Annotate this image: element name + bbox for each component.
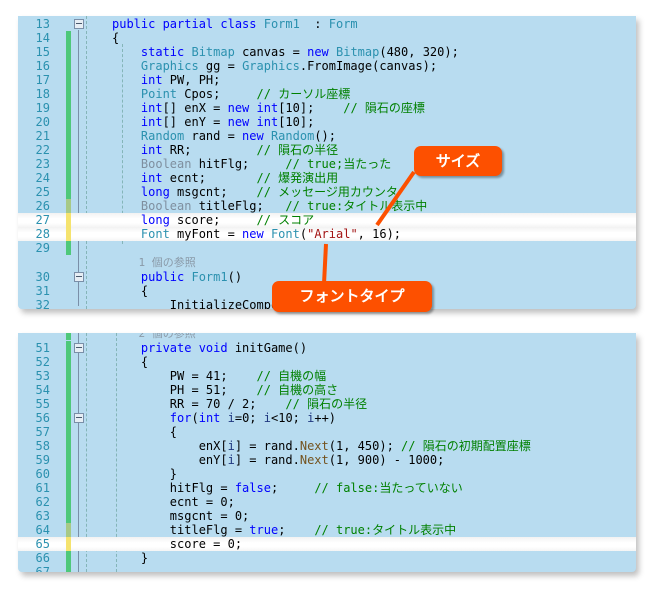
font-type-pointer-line	[322, 243, 328, 285]
size-callout: サイズ	[414, 146, 502, 176]
size-pointer-line	[375, 170, 416, 227]
font-type-callout: フォントタイプ	[272, 281, 432, 312]
